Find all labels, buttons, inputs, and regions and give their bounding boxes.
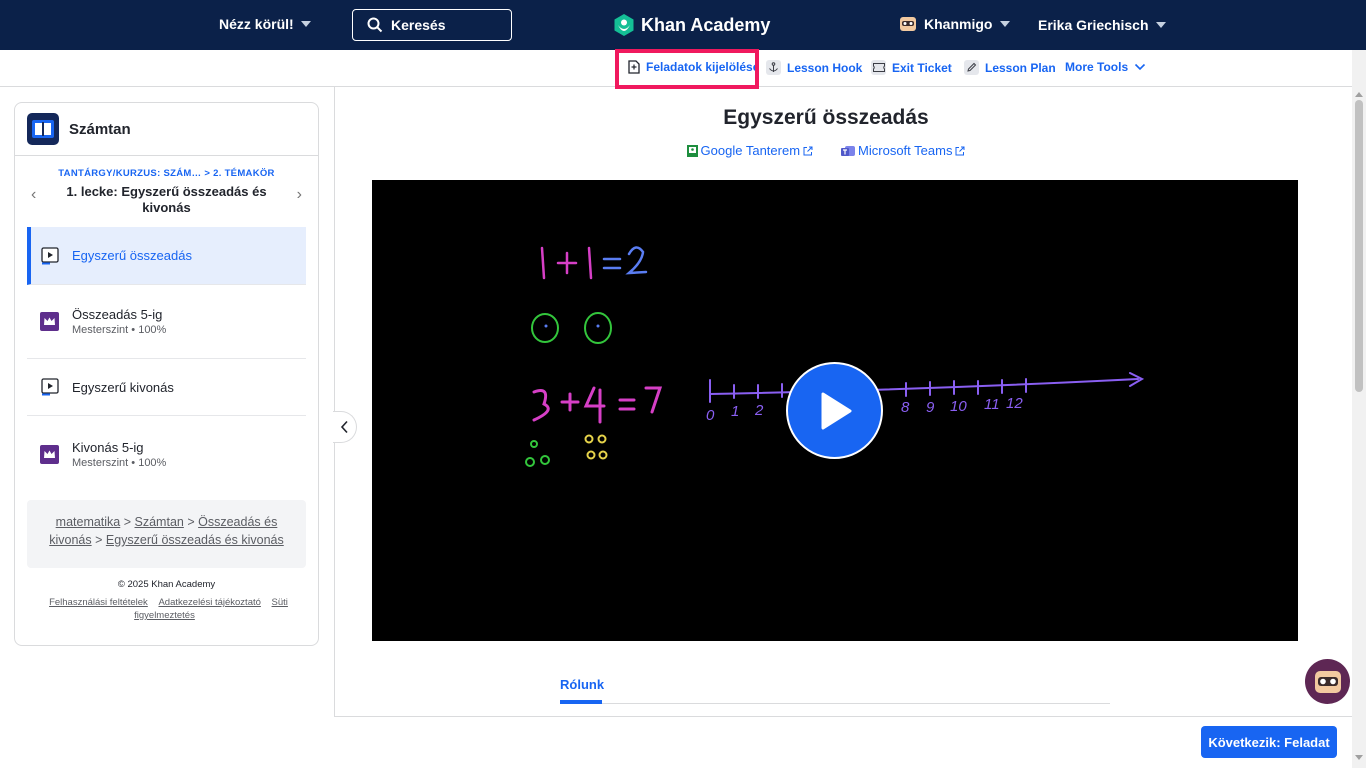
- pencil-icon: [964, 60, 979, 75]
- chevron-left-icon[interactable]: ‹: [31, 186, 36, 204]
- khanmigo-menu-button[interactable]: Khanmigo: [900, 16, 1011, 32]
- mastery-crown-icon: [40, 312, 59, 331]
- chevron-left-icon: [340, 420, 348, 434]
- play-icon: [821, 392, 851, 429]
- microsoft-teams-link[interactable]: Microsoft Teams: [841, 143, 965, 158]
- breadcrumb-link[interactable]: Számtan: [135, 515, 184, 529]
- chevron-down-icon: [1000, 21, 1011, 27]
- exit-ticket-label: Exit Ticket: [892, 60, 952, 75]
- next-exercise-button[interactable]: Következik: Feladat: [1201, 726, 1337, 758]
- tab-divider: [560, 703, 1110, 704]
- lesson-title: 1. lecke: Egyszerű összeadás és kivonás: [66, 184, 267, 215]
- svg-text:11: 11: [984, 396, 1000, 413]
- google-classroom-icon: [686, 144, 698, 157]
- ticket-icon: [871, 60, 886, 75]
- course-title: Számtan: [69, 120, 131, 138]
- lesson-hook-label: Lesson Hook: [787, 60, 863, 75]
- lesson-item-title: Kivonás 5-ig: [72, 439, 144, 455]
- chevron-down-icon: [1155, 22, 1166, 28]
- breadcrumb: matematika > Számtan > Összeadás és kivo…: [27, 500, 306, 568]
- search-placeholder: Keresés: [391, 17, 446, 33]
- logo-text: Khan Academy: [641, 14, 771, 35]
- khan-academy-logo[interactable]: Khan Academy: [613, 13, 770, 37]
- scrollbar-thumb[interactable]: [1355, 100, 1363, 392]
- khanmigo-icon: [900, 17, 916, 31]
- privacy-link[interactable]: Adatkezelési tájékoztató: [158, 597, 260, 608]
- svg-text:0: 0: [706, 407, 715, 424]
- course-sidebar: Számtan ‹ TANTÁRGY/KURZUS: SZÁM… > 2. TÉ…: [14, 102, 319, 646]
- chevron-right-icon[interactable]: ›: [297, 186, 302, 204]
- lesson-item-subtraction-to-5[interactable]: Kivonás 5-ig Mesterszint • 100%: [27, 416, 306, 492]
- more-tools-button[interactable]: More Tools: [1065, 60, 1146, 74]
- khan-leaf-icon: [614, 14, 634, 36]
- chevron-down-icon: [300, 21, 311, 27]
- handwritten-equation-2: [532, 386, 663, 424]
- breadcrumb-link[interactable]: matematika: [56, 515, 121, 529]
- exit-ticket-button[interactable]: Exit Ticket: [871, 60, 952, 75]
- scrollbar[interactable]: [1352, 50, 1366, 768]
- top-navigation: Nézz körül! Keresés Khan Academy Khanmig…: [0, 0, 1366, 50]
- share-links: Google Tanterem Microsoft Teams: [334, 143, 1318, 158]
- lesson-plan-label: Lesson Plan: [985, 60, 1056, 75]
- explore-label: Nézz körül!: [219, 16, 294, 32]
- google-classroom-link[interactable]: Google Tanterem: [686, 143, 814, 158]
- play-button[interactable]: [786, 362, 883, 459]
- khanmigo-avatar-icon: [1314, 670, 1341, 693]
- video-icon: [40, 378, 59, 397]
- anchor-icon: [766, 60, 781, 75]
- lesson-plan-button[interactable]: Lesson Plan: [964, 60, 1056, 75]
- svg-text:8: 8: [901, 399, 910, 416]
- lesson-item-simple-subtraction[interactable]: Egyszerű kivonás: [27, 359, 306, 416]
- svg-text:12: 12: [1006, 395, 1023, 412]
- highlight-frame: [615, 49, 759, 89]
- bottom-bar: [334, 716, 1352, 768]
- scroll-down-icon[interactable]: [1355, 755, 1363, 760]
- page-title: Egyszerű összeadás: [723, 106, 929, 129]
- mastery-crown-icon: [40, 444, 59, 464]
- more-tools-label: More Tools: [1065, 60, 1129, 74]
- lesson-item-title: Összeadás 5-ig: [72, 307, 163, 322]
- explore-menu-button[interactable]: Nézz körül!: [219, 16, 311, 32]
- unit-breadcrumb[interactable]: TANTÁRGY/KURZUS: SZÁM… > 2. TÉMAKÖR: [15, 168, 318, 179]
- microsoft-teams-label: Microsoft Teams: [858, 143, 953, 158]
- mastery-status: Mesterszint • 100%: [72, 324, 167, 336]
- course-header[interactable]: Számtan: [15, 103, 318, 156]
- svg-text:9: 9: [926, 399, 935, 416]
- lesson-item-simple-addition[interactable]: Egyszerű összeadás: [27, 227, 306, 285]
- search-icon: [367, 17, 383, 33]
- mastery-status: Mesterszint • 100%: [72, 456, 167, 469]
- lesson-item-addition-to-5[interactable]: Összeadás 5-ig Mesterszint • 100%: [27, 285, 306, 359]
- khanmigo-label: Khanmigo: [924, 16, 993, 32]
- microsoft-teams-icon: [841, 145, 856, 156]
- user-menu-button[interactable]: Erika Griechisch: [1038, 17, 1166, 33]
- sidebar-footer: © 2025 Khan Academy Felhasználási feltét…: [15, 579, 318, 622]
- lesson-item-title: Egyszerű kivonás: [72, 379, 174, 395]
- scroll-up-icon[interactable]: [1355, 92, 1363, 97]
- lesson-item-title: Egyszerű összeadás: [72, 248, 192, 263]
- video-icon: [40, 246, 59, 265]
- unit-navigation: ‹ TANTÁRGY/KURZUS: SZÁM… > 2. TÉMAKÖR 1.…: [15, 156, 318, 227]
- svg-text:2: 2: [754, 402, 764, 419]
- external-link-icon: [955, 146, 965, 155]
- handwritten-equation-1: [540, 246, 593, 280]
- tab-about[interactable]: Rólunk: [560, 677, 604, 692]
- terms-link[interactable]: Felhasználási feltételek: [49, 597, 148, 608]
- lesson-hook-button[interactable]: Lesson Hook: [766, 60, 862, 75]
- user-name: Erika Griechisch: [1038, 17, 1149, 33]
- book-icon: [27, 113, 59, 145]
- chevron-down-icon: [1135, 63, 1146, 71]
- copyright: © 2025 Khan Academy: [117, 579, 216, 590]
- external-link-icon: [803, 146, 813, 155]
- active-tab-indicator: [560, 700, 602, 704]
- number-line: [709, 372, 1145, 403]
- khanmigo-chat-button[interactable]: [1305, 659, 1350, 704]
- svg-text:1: 1: [731, 403, 739, 420]
- svg-text:10: 10: [950, 398, 967, 415]
- google-classroom-label: Google Tanterem: [700, 143, 801, 158]
- breadcrumb-link[interactable]: Egyszerű összeadás és kivonás: [106, 533, 284, 547]
- search-input[interactable]: Keresés: [352, 9, 512, 41]
